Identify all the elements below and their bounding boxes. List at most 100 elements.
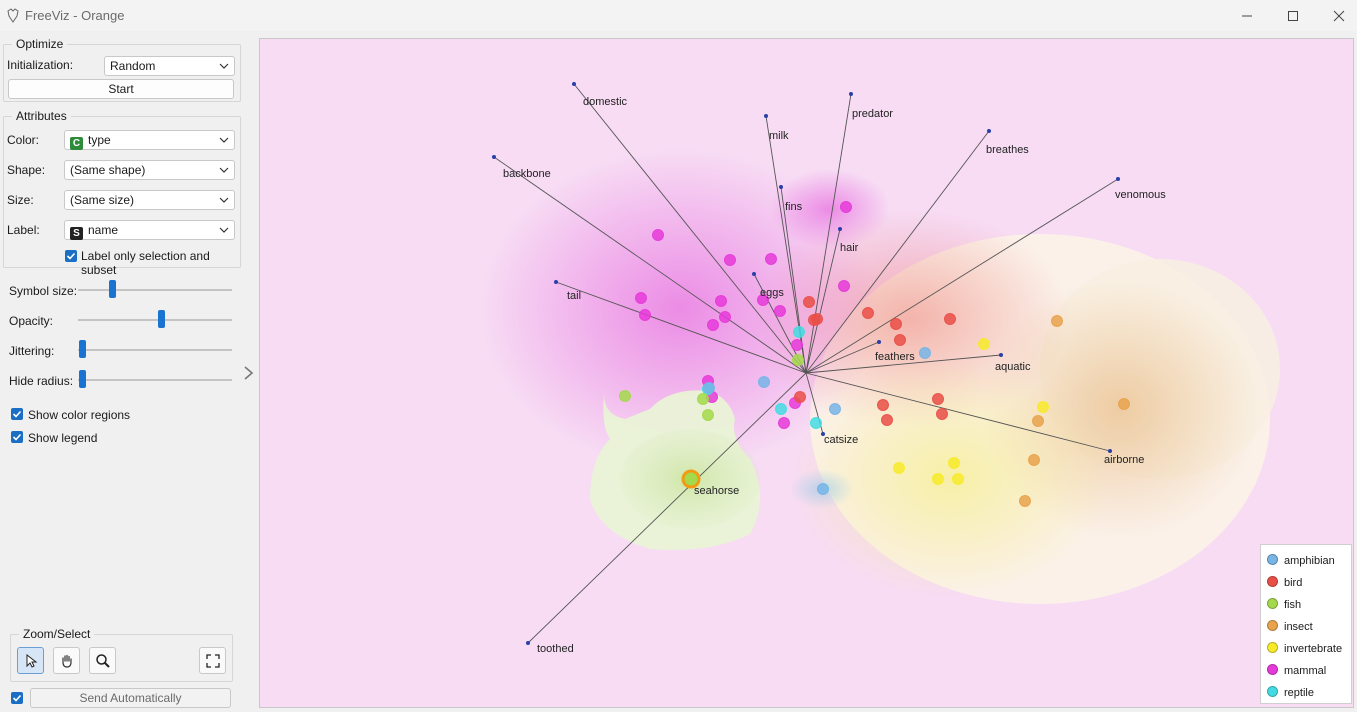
chevron-down-icon bbox=[219, 137, 229, 143]
point-amphibian[interactable] bbox=[703, 382, 715, 394]
point-amphibian[interactable] bbox=[758, 376, 770, 388]
shape-select[interactable]: (Same shape) bbox=[64, 160, 235, 180]
point-invertebrate[interactable] bbox=[978, 338, 990, 350]
point-fish[interactable] bbox=[702, 409, 714, 421]
point-mammal[interactable] bbox=[838, 280, 850, 292]
size-select[interactable]: (Same size) bbox=[64, 190, 235, 210]
color-select[interactable]: Ctype bbox=[64, 130, 235, 150]
point-mammal[interactable] bbox=[724, 254, 736, 266]
start-button[interactable]: Start bbox=[8, 79, 234, 99]
anchor-label-fins: fins bbox=[785, 201, 803, 213]
jittering-track[interactable] bbox=[78, 349, 232, 351]
point-mammal[interactable] bbox=[639, 309, 651, 321]
anchor-handle-airborne[interactable] bbox=[1108, 449, 1112, 453]
fit-view-button[interactable] bbox=[199, 647, 226, 674]
point-mammal[interactable] bbox=[840, 201, 852, 213]
close-button[interactable] bbox=[1316, 0, 1357, 31]
point-insect[interactable] bbox=[1019, 495, 1031, 507]
point-invertebrate[interactable] bbox=[952, 473, 964, 485]
anchor-handle-aquatic[interactable] bbox=[999, 353, 1003, 357]
point-bird[interactable] bbox=[944, 313, 956, 325]
hand-icon bbox=[61, 654, 72, 668]
anchor-handle-backbone[interactable] bbox=[492, 155, 496, 159]
point-mammal[interactable] bbox=[774, 305, 786, 317]
chevron-right-icon[interactable] bbox=[243, 366, 255, 380]
point-invertebrate[interactable] bbox=[932, 473, 944, 485]
anchor-handle-predator[interactable] bbox=[849, 92, 853, 96]
point-bird[interactable] bbox=[936, 408, 948, 420]
label-value: name bbox=[88, 223, 119, 237]
point-reptile[interactable] bbox=[775, 403, 787, 415]
send-automatically-checkbox[interactable] bbox=[11, 692, 23, 704]
pan-tool-button[interactable] bbox=[53, 647, 80, 674]
symbol-size-slider[interactable] bbox=[109, 280, 116, 298]
hide-radius-slider[interactable] bbox=[79, 370, 86, 388]
point-bird[interactable] bbox=[811, 313, 823, 325]
point-amphibian[interactable] bbox=[829, 403, 841, 415]
point-mammal[interactable] bbox=[635, 292, 647, 304]
anchor-handle-venomous[interactable] bbox=[1116, 177, 1120, 181]
point-fish[interactable] bbox=[697, 393, 709, 405]
point-reptile[interactable] bbox=[793, 326, 805, 338]
point-insect[interactable] bbox=[1032, 415, 1044, 427]
selected-point-label: seahorse bbox=[694, 485, 739, 497]
opacity-slider[interactable] bbox=[158, 310, 165, 328]
point-bird[interactable] bbox=[803, 296, 815, 308]
anchor-handle-hair[interactable] bbox=[838, 227, 842, 231]
point-bird[interactable] bbox=[890, 318, 902, 330]
send-automatically-button[interactable]: Send Automatically bbox=[30, 688, 231, 708]
anchor-handle-toothed[interactable] bbox=[526, 641, 530, 645]
point-insect[interactable] bbox=[1118, 398, 1130, 410]
point-bird[interactable] bbox=[794, 391, 806, 403]
shape-label: Shape: bbox=[7, 163, 46, 177]
hide-radius-track[interactable] bbox=[78, 379, 232, 381]
anchor-handle-feathers[interactable] bbox=[877, 340, 881, 344]
point-bird[interactable] bbox=[881, 414, 893, 426]
anchor-handle-milk[interactable] bbox=[764, 114, 768, 118]
point-mammal[interactable] bbox=[778, 417, 790, 429]
point-reptile[interactable] bbox=[810, 417, 822, 429]
freeviz-plot[interactable]: domestic milk predator breathes venomous back… bbox=[259, 38, 1354, 708]
point-mammal[interactable] bbox=[719, 311, 731, 323]
maximize-button[interactable] bbox=[1270, 0, 1316, 31]
point-mammal[interactable] bbox=[652, 229, 664, 241]
anchor-handle-domestic[interactable] bbox=[572, 82, 576, 86]
opacity-track[interactable] bbox=[78, 319, 232, 321]
point-bird[interactable] bbox=[877, 399, 889, 411]
point-amphibian[interactable] bbox=[919, 347, 931, 359]
symbol-size-track[interactable] bbox=[78, 289, 232, 291]
plot-canvas[interactable]: domestic milk predator breathes venomous back… bbox=[260, 39, 1354, 708]
point-insect[interactable] bbox=[1028, 454, 1040, 466]
point-fish[interactable] bbox=[792, 354, 804, 366]
point-invertebrate[interactable] bbox=[1037, 401, 1049, 413]
point-mammal[interactable] bbox=[791, 339, 803, 351]
anchor-handle-tail[interactable] bbox=[554, 280, 558, 284]
point-invertebrate[interactable] bbox=[893, 462, 905, 474]
select-tool-button[interactable] bbox=[17, 647, 44, 674]
anchor-handle-fins[interactable] bbox=[779, 185, 783, 189]
initialization-select[interactable]: Random bbox=[104, 56, 235, 76]
point-invertebrate[interactable] bbox=[948, 457, 960, 469]
point-insect[interactable] bbox=[1051, 315, 1063, 327]
anchor-handle-eggs[interactable] bbox=[752, 272, 756, 276]
legend-swatch bbox=[1267, 554, 1278, 565]
point-mammal[interactable] bbox=[765, 253, 777, 265]
categorical-badge: C bbox=[70, 137, 83, 150]
point-fish[interactable] bbox=[619, 390, 631, 402]
string-badge: S bbox=[70, 227, 83, 240]
point-amphibian[interactable] bbox=[817, 483, 829, 495]
jittering-slider[interactable] bbox=[79, 340, 86, 358]
point-bird[interactable] bbox=[894, 334, 906, 346]
minimize-button[interactable] bbox=[1224, 0, 1270, 31]
label-only-selection-checkbox[interactable] bbox=[65, 250, 77, 262]
label-select[interactable]: Sname bbox=[64, 220, 235, 240]
show-color-regions-checkbox[interactable] bbox=[11, 408, 23, 420]
point-mammal[interactable] bbox=[715, 295, 727, 307]
anchor-handle-breathes[interactable] bbox=[987, 129, 991, 133]
show-legend-checkbox[interactable] bbox=[11, 431, 23, 443]
point-mammal[interactable] bbox=[707, 319, 719, 331]
attributes-title: Attributes bbox=[12, 109, 71, 123]
zoom-tool-button[interactable] bbox=[89, 647, 116, 674]
point-bird[interactable] bbox=[862, 307, 874, 319]
point-bird[interactable] bbox=[932, 393, 944, 405]
